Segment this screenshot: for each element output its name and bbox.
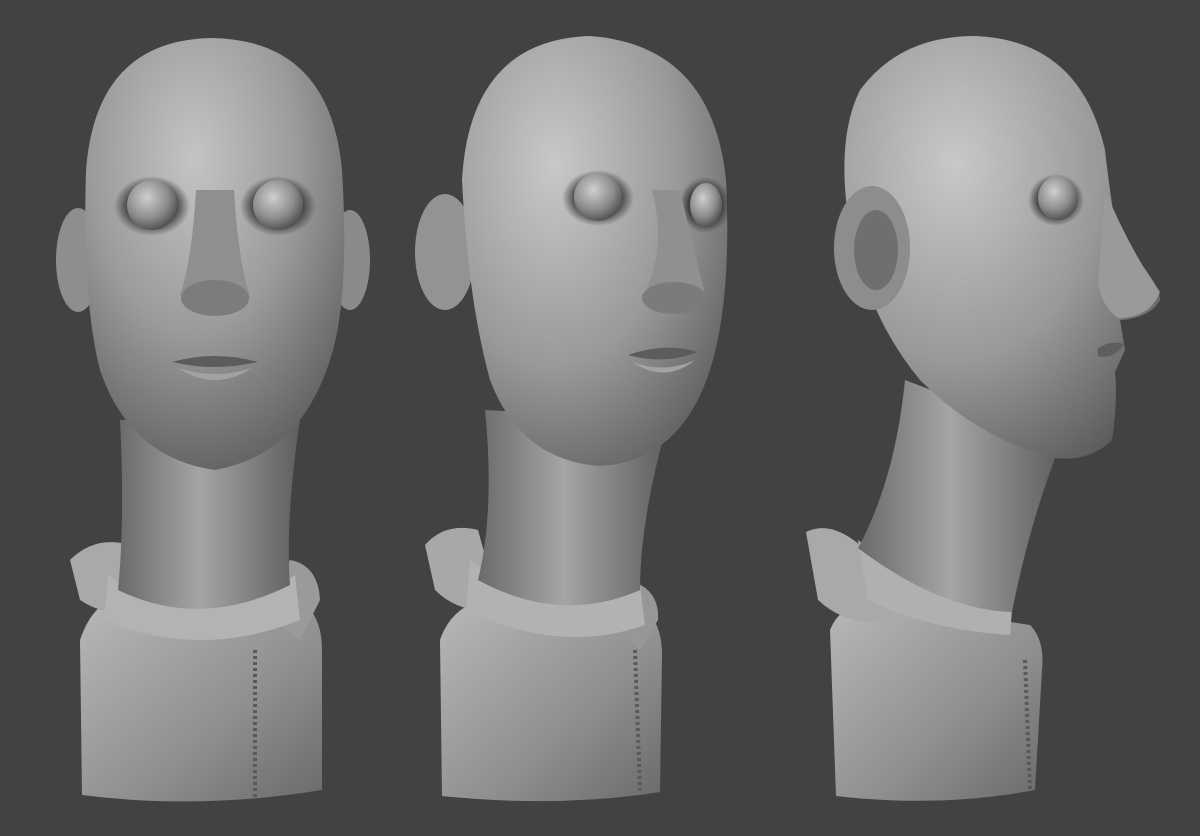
eyeball-right (690, 183, 722, 227)
eyeball-right (253, 180, 303, 230)
jacket-body (830, 600, 1043, 801)
bust-front (56, 38, 370, 802)
eyeball-left (574, 173, 622, 221)
sculpt-render (56, 36, 1160, 802)
bust-profile (806, 36, 1160, 801)
bust-three-quarter (415, 36, 731, 802)
render-viewport (0, 0, 1200, 836)
nose (1098, 190, 1160, 318)
eyeball-right (1038, 176, 1078, 220)
eyeball-left (127, 180, 177, 230)
